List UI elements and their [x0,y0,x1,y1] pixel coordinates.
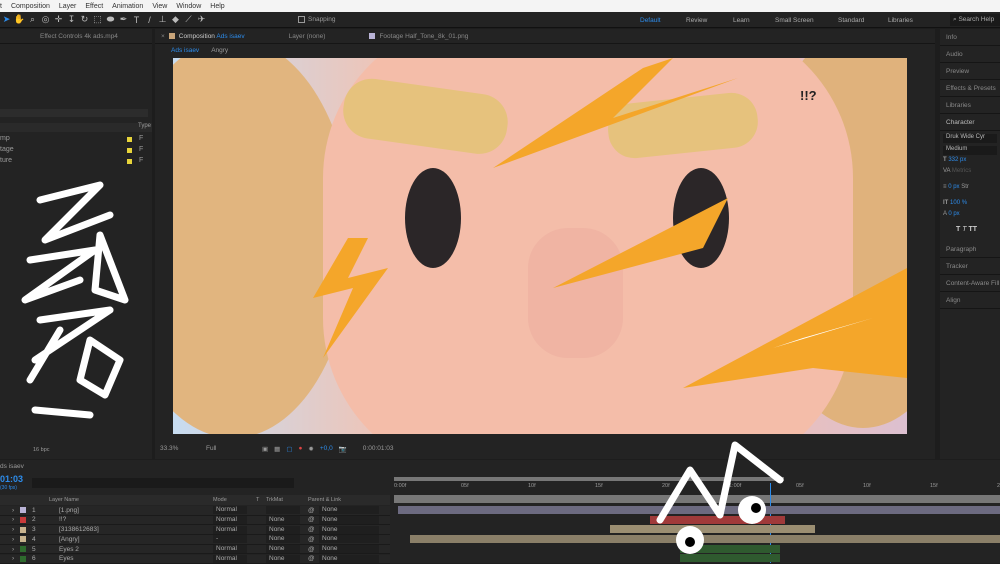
doodle-overlay [0,0,1000,563]
